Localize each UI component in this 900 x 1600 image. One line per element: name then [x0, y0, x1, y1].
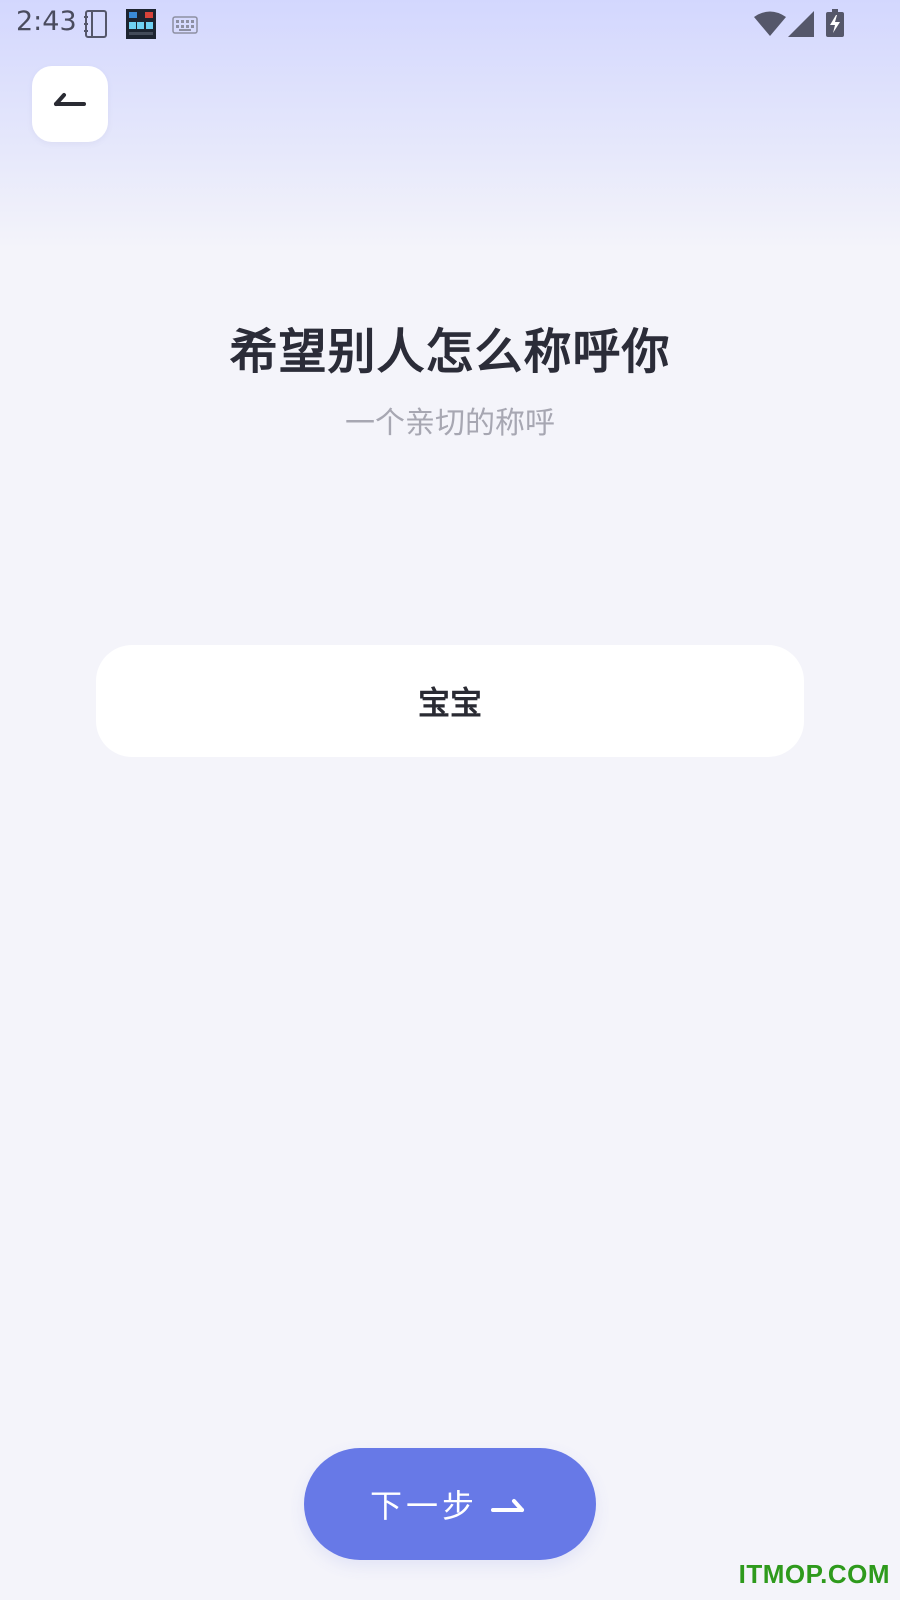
watermark: ITMOP.COM — [738, 1559, 890, 1589]
app-clock-icon — [126, 9, 156, 39]
page-title: 希望别人怎么称呼你 — [229, 324, 671, 380]
back-arrow-icon — [54, 93, 86, 106]
back-button[interactable] — [32, 66, 108, 142]
battery-charging-icon — [826, 9, 844, 37]
page-subtitle: 一个亲切的称呼 — [345, 406, 555, 441]
arrow-right-icon — [491, 1499, 524, 1512]
notebook-icon — [84, 10, 107, 38]
next-button[interactable]: 下一步 — [304, 1448, 596, 1560]
wifi-icon — [754, 11, 786, 36]
status-bar: 2:43 — [0, 0, 900, 48]
keyboard-icon — [172, 16, 198, 34]
status-time: 2:43 — [16, 6, 77, 37]
next-button-label: 下一步 — [370, 1487, 479, 1525]
nickname-input[interactable] — [96, 645, 804, 757]
cell-signal-icon — [788, 11, 814, 37]
